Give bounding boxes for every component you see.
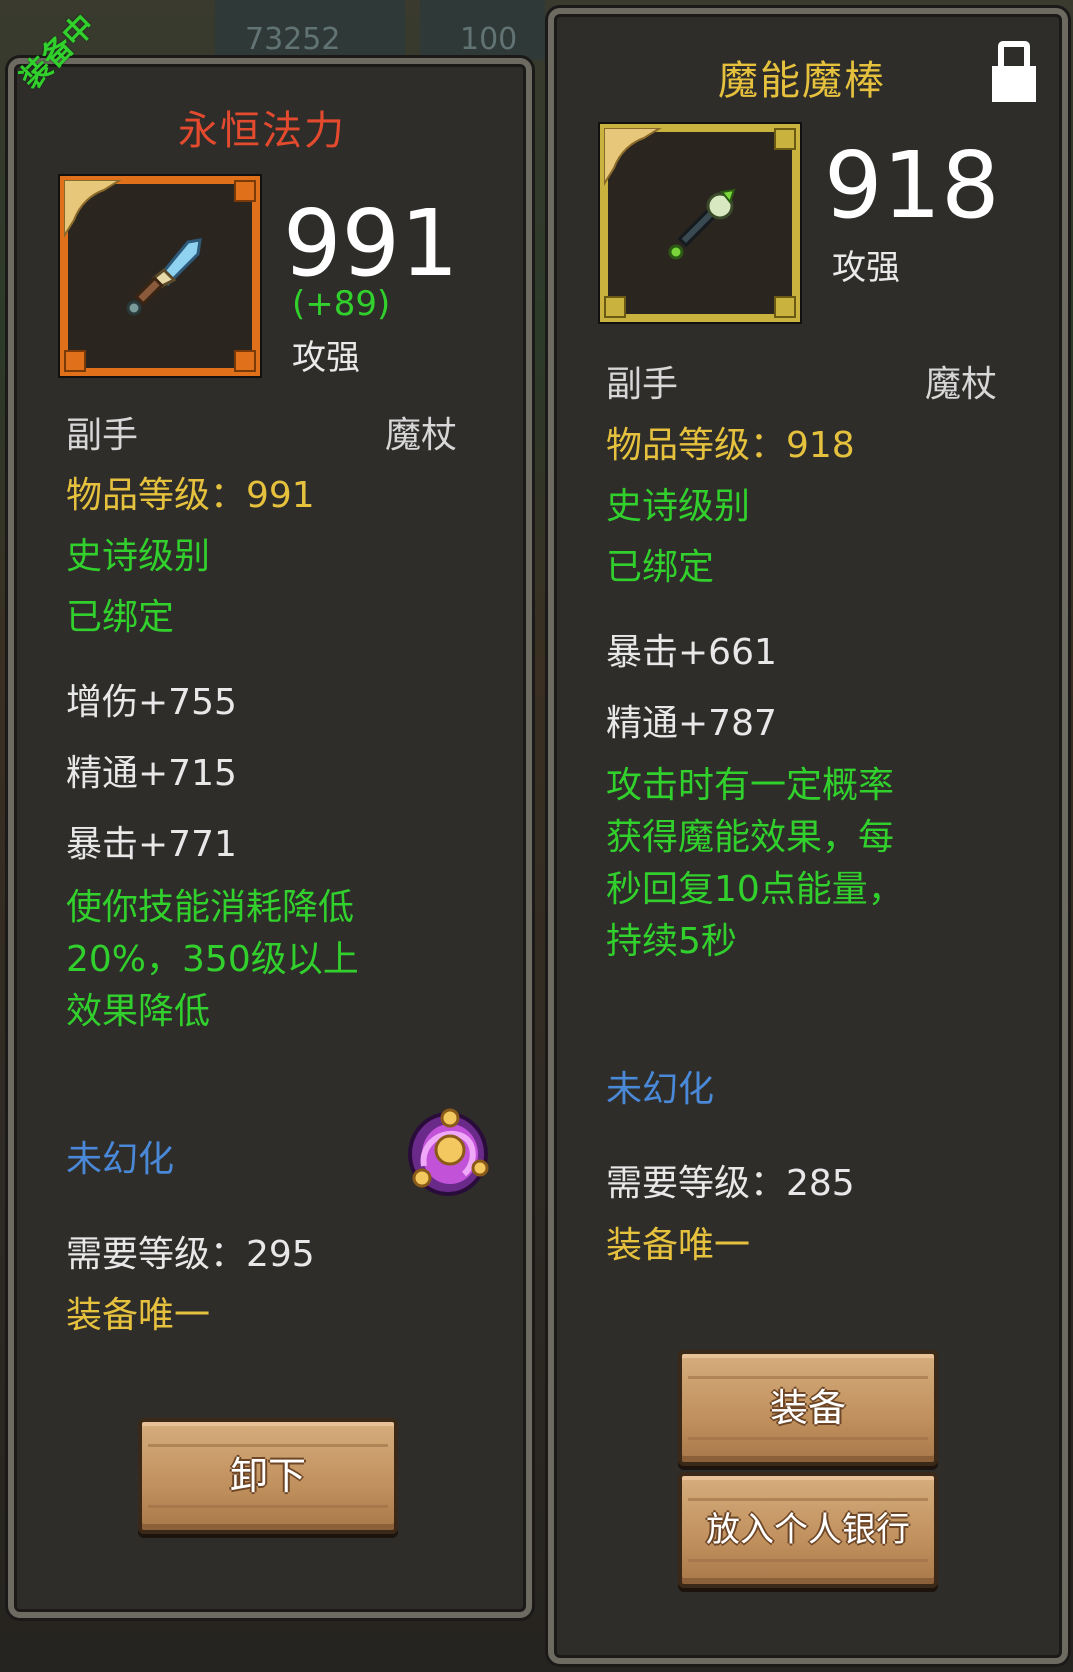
effect-line: 获得魔能效果，每 [606,817,895,858]
bound-status: 已绑定 [66,597,175,638]
item-level: 物品等级：991 [66,475,315,516]
stat-line: 暴击+771 [66,824,237,865]
item-level: 物品等级：918 [606,425,855,466]
transmog-status: 未幻化 [606,1069,715,1110]
item-name: 魔能魔棒 [718,58,886,104]
power-bonus: (+89) [292,284,391,324]
item-type: 魔杖 [925,364,998,405]
background-value-box: 73252 [215,0,405,60]
item-effect-text: 攻击时有一定概率 获得魔能效果，每 秒回复10点能量， 持续5秒 [606,760,946,968]
wood-grain [688,1376,928,1379]
stat-line: 精通+787 [606,703,777,744]
frame-corner [774,128,796,150]
background-number: 73252 [245,22,341,57]
gold-corner-icon [64,180,122,238]
background-number: 100 [460,22,518,57]
item-icon-frame[interactable] [58,174,262,378]
frame-corner [234,350,256,372]
wood-grain [148,1444,388,1447]
unique-equip: 装备唯一 [66,1295,211,1336]
deposit-bank-button[interactable]: 放入个人银行 [678,1472,938,1588]
power-label: 攻强 [832,248,900,288]
item-power: 918 [824,132,1000,239]
wood-grain [688,1498,928,1501]
stat-line: 增伤+755 [66,682,237,723]
frame-corner [604,296,626,318]
frame-corner [64,350,86,372]
required-level: 需要等级：285 [606,1163,855,1204]
item-icon-frame[interactable] [598,122,802,324]
power-label: 攻强 [292,338,360,378]
equip-button-label: 装备 [769,1386,846,1430]
transmog-status: 未幻化 [66,1139,175,1180]
effect-line: 20%，350级以上 [66,939,359,980]
unequip-button-label: 卸下 [229,1454,306,1498]
green-wand-icon [668,188,736,260]
item-rarity: 史诗级别 [606,486,751,527]
deposit-bank-button-label: 放入个人银行 [706,1510,910,1550]
lock-icon[interactable] [990,40,1038,104]
bound-status: 已绑定 [606,547,715,588]
gold-corner-icon [604,128,662,186]
item-power: 991 [283,190,459,297]
item-slot: 副手 [606,364,679,405]
item-name: 永恒法力 [178,108,346,154]
required-level: 需要等级：295 [66,1234,315,1275]
stat-line: 暴击+661 [606,632,777,673]
effect-line: 效果降低 [66,991,211,1032]
effect-line: 持续5秒 [606,921,737,962]
unique-equip: 装备唯一 [606,1225,751,1266]
purple-orb-icon[interactable] [402,1104,498,1200]
unequip-button[interactable]: 卸下 [138,1418,398,1534]
item-slot: 副手 [66,415,139,456]
background-value-box: 100 [420,0,545,60]
frost-dagger-icon [126,238,202,316]
effect-line: 使你技能消耗降低 [66,887,355,928]
frame-corner [234,180,256,202]
effect-line: 攻击时有一定概率 [606,765,895,806]
wood-grain [688,1437,928,1440]
item-rarity: 史诗级别 [66,536,211,577]
equip-button[interactable]: 装备 [678,1350,938,1466]
wood-grain [688,1559,928,1562]
stat-line: 精通+715 [66,753,237,794]
wood-grain [148,1505,388,1508]
item-effect-text: 使你技能消耗降低 20%，350级以上 效果降低 [66,882,406,1038]
effect-line: 秒回复10点能量， [606,869,904,910]
item-type: 魔杖 [385,415,458,456]
frame-corner [774,296,796,318]
